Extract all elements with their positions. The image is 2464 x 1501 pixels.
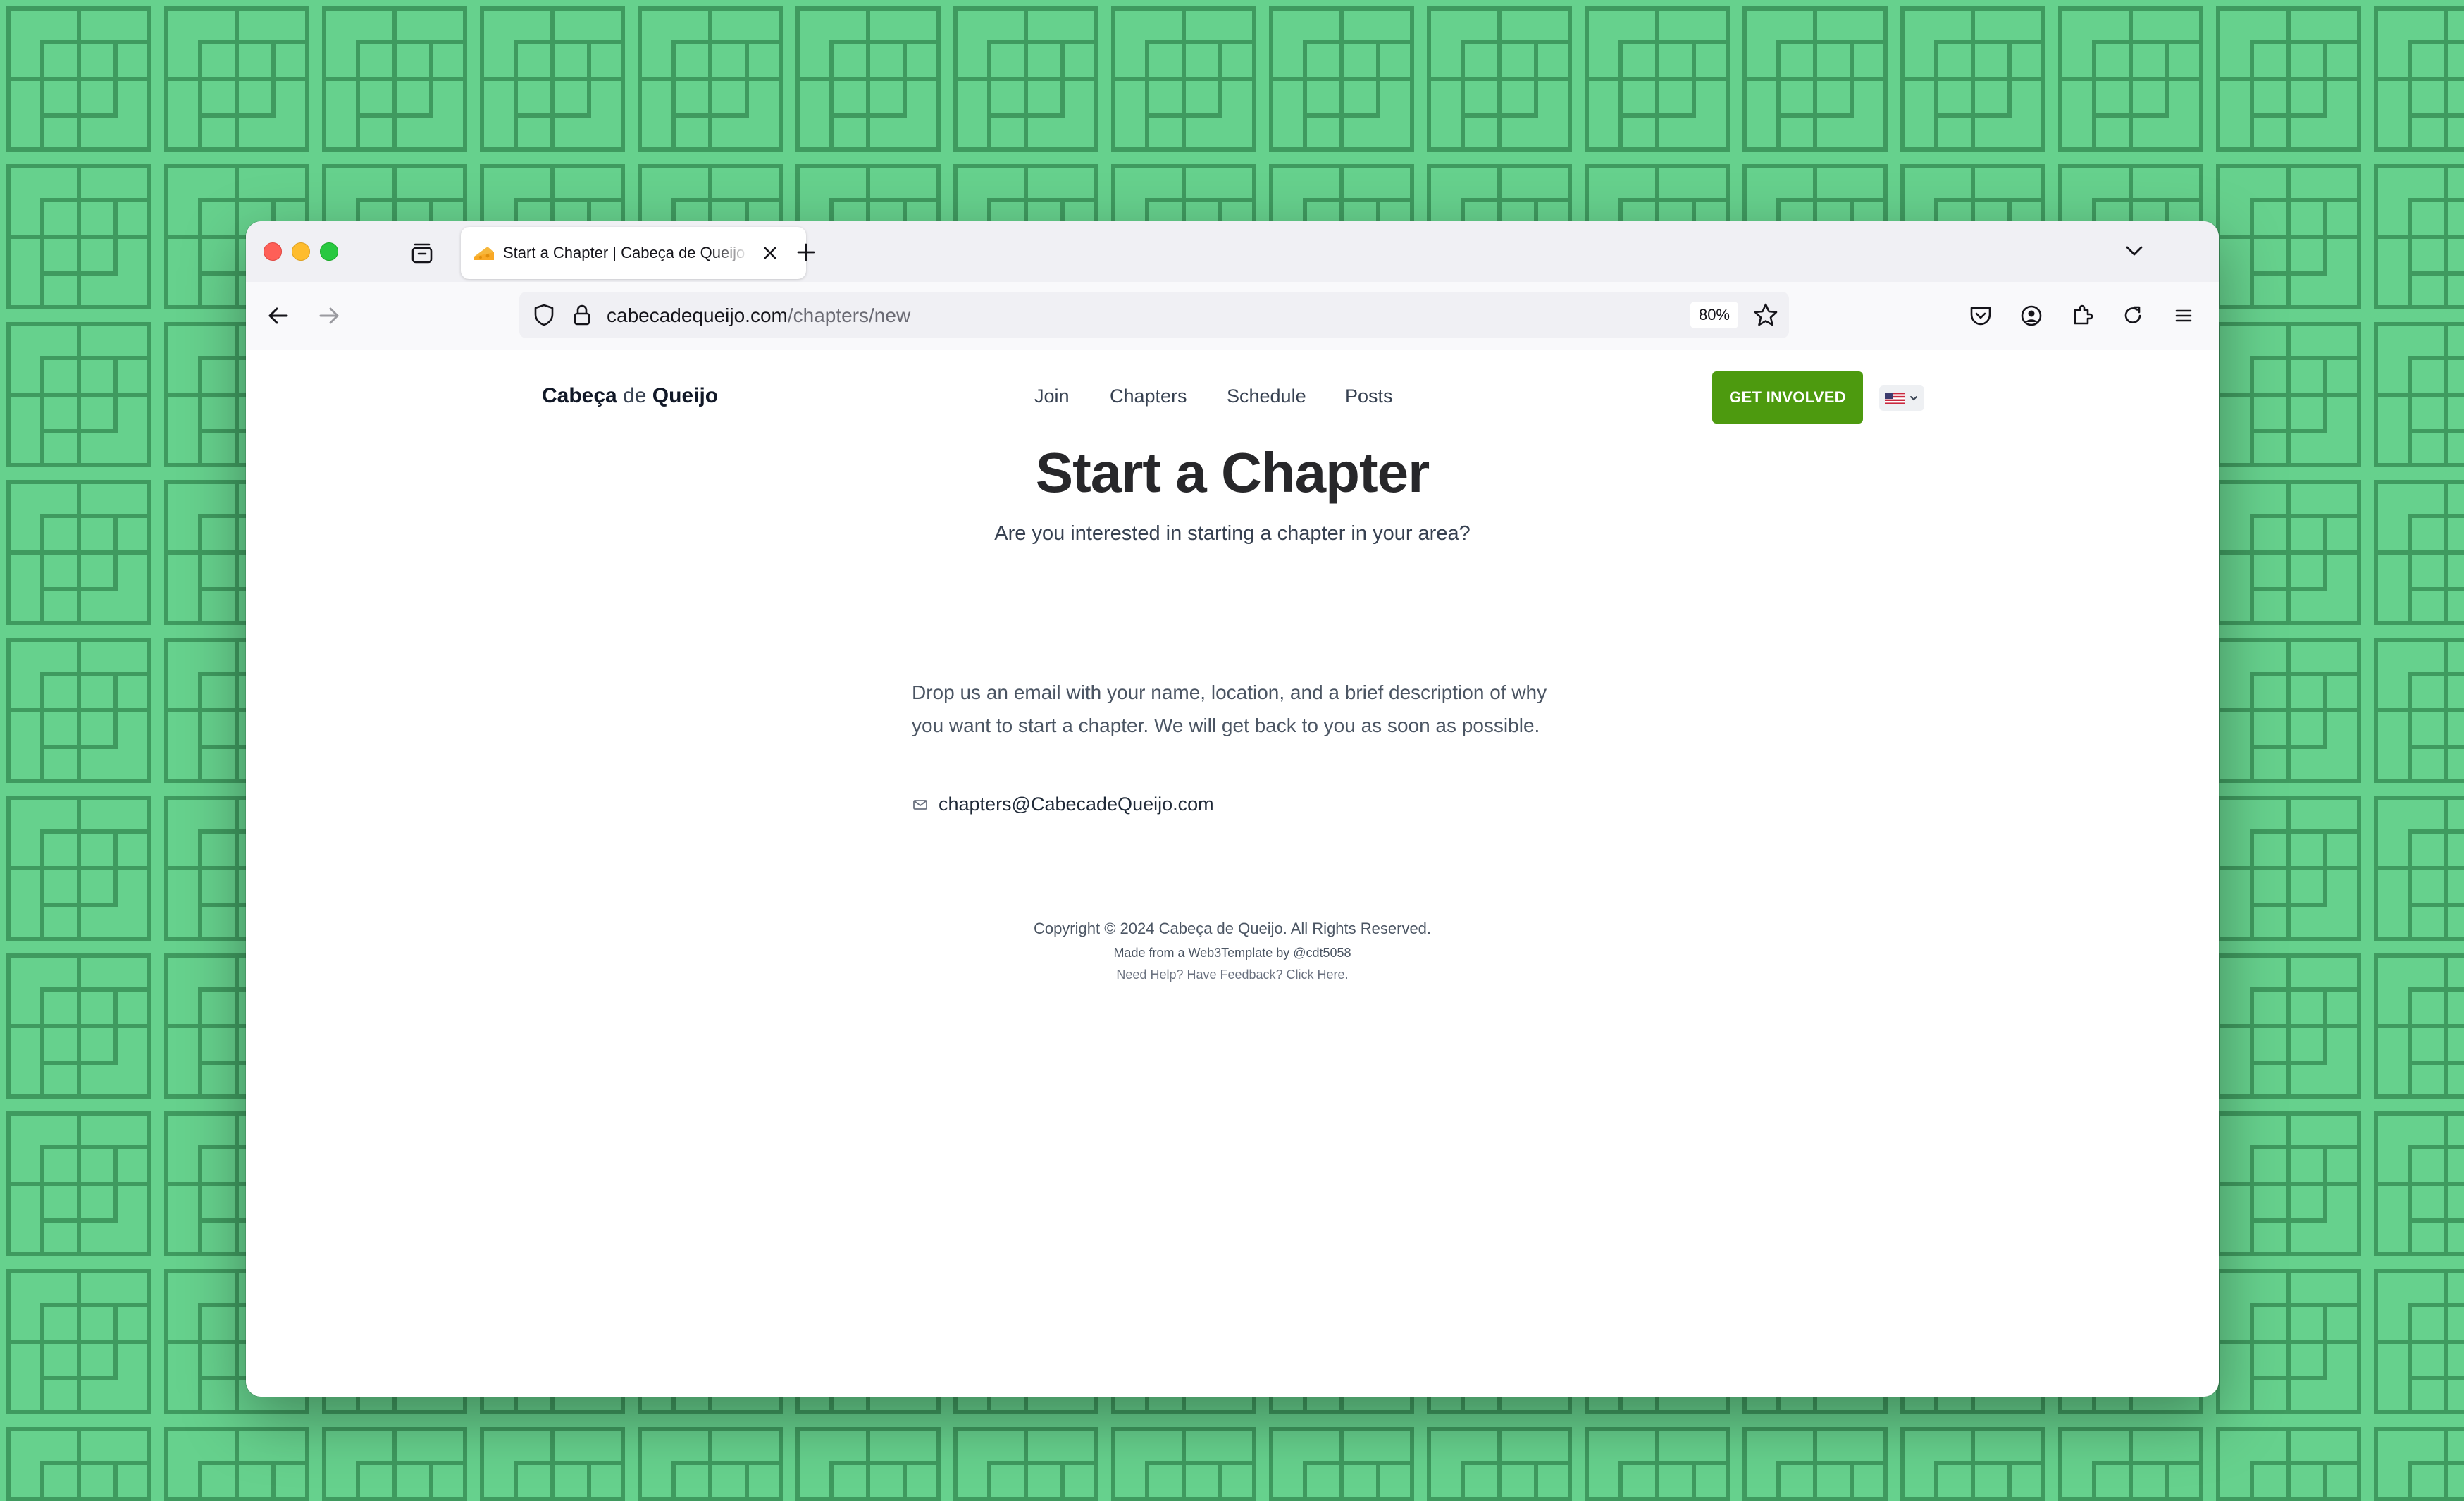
chapter-description: Drop us an email with your name, locatio…	[912, 681, 1547, 736]
cheese-icon	[474, 247, 494, 260]
menu-icon[interactable]	[2168, 300, 2199, 331]
page-title: Start a Chapter	[1035, 441, 1430, 504]
url-domain: cabecadequeijo.com	[607, 304, 788, 326]
footer-copyright: Copyright © 2024 Cabeça de Queijo. All R…	[1033, 920, 1432, 937]
close-tab-icon[interactable]	[757, 240, 784, 266]
footer-feedback-link[interactable]: Need Help? Have Feedback? Click Here.	[246, 968, 2219, 982]
nav-link-join[interactable]: Join	[1034, 385, 1070, 407]
tab-overview-icon[interactable]	[408, 240, 436, 268]
reload-icon[interactable]	[2117, 300, 2148, 331]
get-involved-button[interactable]: GET INVOLVED	[1712, 371, 1863, 424]
brand-part-1: Cabeça	[542, 384, 617, 407]
browser-window: Start a Chapter | Cabeça de Queijo cabec…	[246, 221, 2219, 1397]
pocket-icon[interactable]	[1965, 300, 1996, 331]
site-logo[interactable]: Cabeça de Queijo	[542, 384, 718, 408]
chevron-down-icon[interactable]	[2120, 237, 2148, 265]
brand-part-2: de	[623, 384, 647, 407]
us-flag-icon	[1885, 393, 1905, 404]
shield-icon[interactable]	[531, 302, 557, 328]
zoom-level-badge[interactable]: 80%	[1690, 302, 1738, 328]
brand-part-3: Queijo	[652, 384, 719, 407]
url-path: /chapters/new	[787, 304, 911, 326]
navigation-toolbar: cabecadequeijo.com/chapters/new 80%	[246, 282, 2219, 350]
bookmark-star-icon[interactable]	[1751, 300, 1781, 330]
url-text[interactable]: cabecadequeijo.com/chapters/new	[607, 304, 910, 327]
account-icon[interactable]	[2016, 300, 2047, 331]
back-arrow-icon[interactable]	[263, 300, 294, 331]
close-window-button[interactable]	[264, 242, 282, 261]
web-page: Cabeça de Queijo Join Chapters Schedule …	[246, 350, 2219, 1397]
minimize-window-button[interactable]	[292, 242, 310, 261]
maximize-window-button[interactable]	[320, 242, 338, 261]
chevron-down-icon	[1910, 396, 1917, 401]
nav-link-chapters[interactable]: Chapters	[1110, 385, 1187, 407]
desktop-background: Start a Chapter | Cabeça de Queijo cabec…	[0, 0, 2464, 1501]
tab-title: Start a Chapter | Cabeça de Queijo	[503, 244, 745, 261]
nav-link-posts[interactable]: Posts	[1345, 385, 1393, 407]
footer-credit-link[interactable]: Made from a Web3Template by @cdt5058	[246, 946, 2219, 960]
nav-link-schedule[interactable]: Schedule	[1227, 385, 1306, 407]
tab-active[interactable]: Start a Chapter | Cabeça de Queijo	[461, 227, 806, 279]
forward-arrow-icon[interactable]	[314, 300, 345, 331]
tab-strip: Start a Chapter | Cabeça de Queijo	[246, 221, 2219, 282]
extensions-icon[interactable]	[2067, 300, 2098, 331]
new-tab-icon[interactable]	[792, 238, 820, 266]
lock-icon[interactable]	[569, 302, 595, 328]
mail-icon	[913, 800, 927, 810]
page-subtitle: Are you interested in starting a chapter…	[994, 522, 1471, 545]
language-selector[interactable]	[1879, 385, 1924, 411]
contact-email-link[interactable]: chapters@CabecadeQueijo.com	[939, 793, 1214, 815]
url-bar[interactable]: cabecadequeijo.com/chapters/new 80%	[519, 292, 1789, 338]
